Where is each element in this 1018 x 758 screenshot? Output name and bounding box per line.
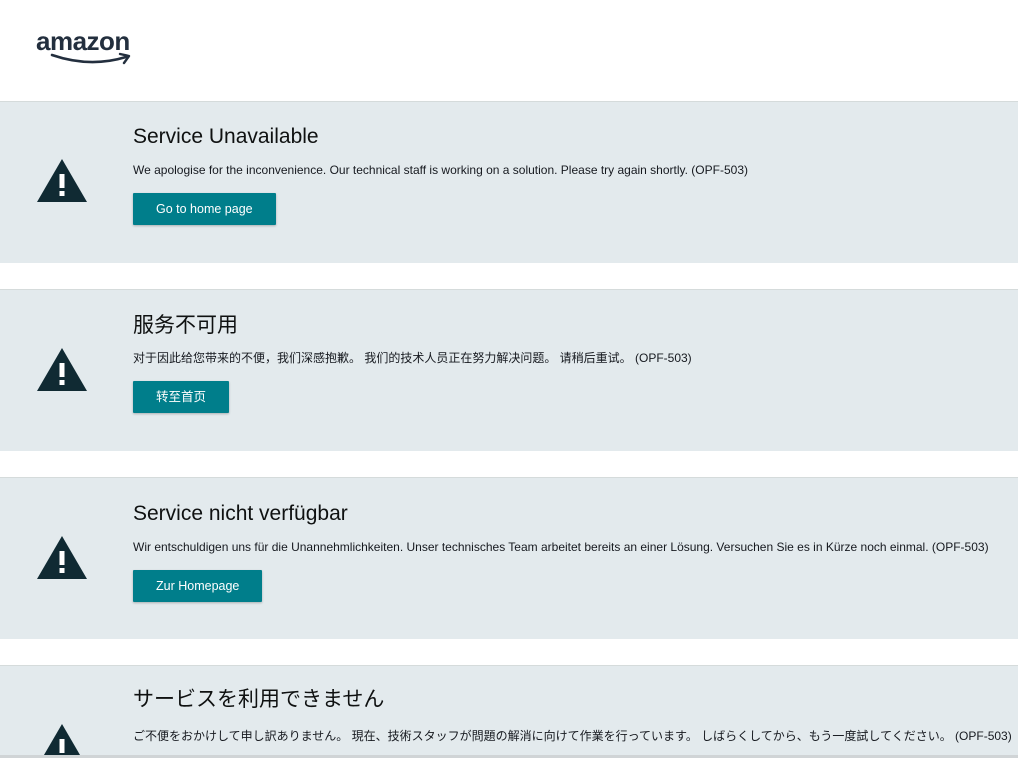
error-message: Wir entschuldigen uns für die Unannehmli… [133, 540, 989, 554]
page-title: Service Unavailable [133, 125, 319, 148]
error-panel-zh: 服务不可用 对于因此给您带来的不便，我们深感抱歉。 我们的技术人员正在努力解决问… [0, 289, 1018, 451]
header: amazon [0, 0, 1018, 101]
warning-triangle-icon [42, 724, 82, 758]
error-panel-ja: サービスを利用できません ご不便をおかけして申し訳ありません。 現在、技術スタッ… [0, 665, 1018, 758]
logo-smile-icon [50, 52, 131, 65]
warning-triangle-icon [37, 536, 87, 579]
error-panel-en: Service Unavailable We apologise for the… [0, 101, 1018, 263]
home-page-button[interactable]: Go to home page [133, 193, 276, 225]
page-title: Service nicht verfügbar [133, 502, 348, 525]
page: amazon Service Unavailable We apologise … [0, 0, 1018, 758]
page-title: 服务不可用 [133, 314, 238, 337]
error-panel-de: Service nicht verfügbar Wir entschuldige… [0, 477, 1018, 639]
home-page-button[interactable]: 转至首页 [133, 381, 230, 413]
error-message: ご不便をおかけして申し訳ありません。 現在、技術スタッフが問題の解消に向けて作業… [133, 729, 1012, 743]
amazon-logo[interactable]: amazon [36, 26, 140, 66]
page-title: サービスを利用できません [133, 688, 385, 711]
warning-triangle-icon [37, 348, 87, 391]
error-message: 对于因此给您带来的不便，我们深感抱歉。 我们的技术人员正在努力解决问题。 请稍后… [133, 351, 692, 365]
error-message: We apologise for the inconvenience. Our … [133, 163, 748, 177]
home-page-button[interactable]: Zur Homepage [133, 570, 263, 602]
warning-triangle-icon [37, 159, 87, 202]
